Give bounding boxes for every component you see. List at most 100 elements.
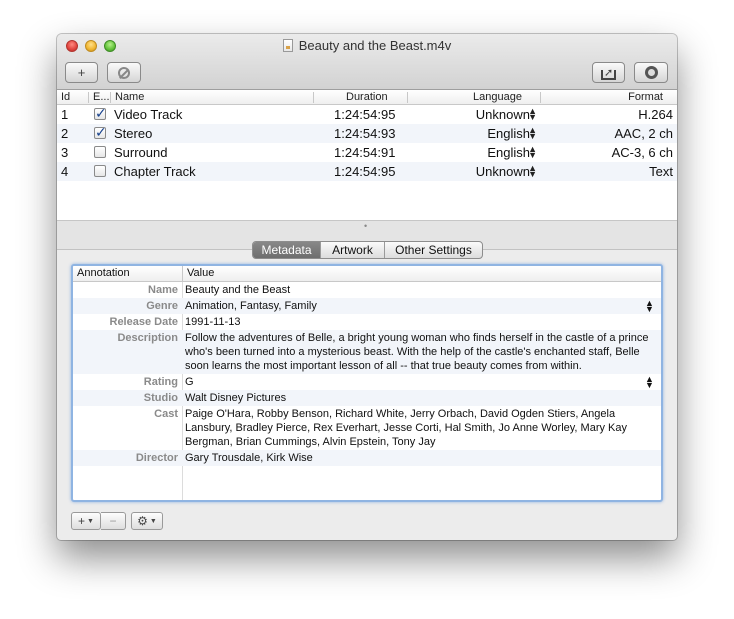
track-format: AC-3, 6 ch (611, 145, 673, 160)
track-language: English (487, 145, 530, 160)
metadata-value[interactable]: G (185, 374, 655, 390)
share-button[interactable]: ➚ (592, 62, 625, 83)
track-language: Unknown (475, 107, 530, 122)
plus-icon: + (78, 514, 86, 528)
track-language-popup[interactable]: Unknown (476, 107, 530, 122)
stepper-icon[interactable]: ▲ ▼ (528, 107, 537, 122)
ban-icon (118, 66, 130, 79)
window-title-area: Beauty and the Beast.m4v (57, 38, 677, 53)
remove-track-button[interactable] (107, 62, 141, 83)
metadata-row-director[interactable]: Director Gary Trousdale, Kirk Wise (73, 450, 661, 466)
track-language: Unknown (475, 164, 530, 179)
col-header-id[interactable]: Id (61, 91, 70, 103)
metadata-row-name[interactable]: Name Beauty and the Beast (73, 282, 661, 298)
genre-stepper-icon[interactable]: ▲ ▼ (645, 298, 654, 314)
column-divider (540, 92, 541, 103)
track-row[interactable]: 2 Stereo 1:24:54:93 English ▲▼ AAC, 2 ch (57, 124, 677, 143)
col-header-value[interactable]: Value (187, 267, 214, 279)
circle-icon (644, 66, 658, 79)
col-header-language[interactable]: Language (473, 91, 522, 103)
metadata-row-studio[interactable]: Studio Walt Disney Pictures (73, 390, 661, 406)
metadata-row-rating[interactable]: Rating G ▲ ▼ (73, 374, 661, 390)
tab-artwork[interactable]: Artwork (321, 242, 385, 258)
metadata-label: Studio (143, 392, 178, 404)
metadata-row-description[interactable]: Description Follow the adventures of Bel… (73, 330, 661, 374)
track-format: Text (649, 164, 673, 179)
col-header-duration[interactable]: Duration (346, 91, 388, 103)
metadata-value[interactable]: Gary Trousdale, Kirk Wise (185, 450, 655, 466)
track-enabled-checkbox[interactable] (94, 105, 107, 122)
col-header-name[interactable]: Name (115, 91, 144, 103)
metadata-label: Rating (143, 376, 178, 388)
metadata-table-header: Annotation Value (73, 266, 661, 282)
track-format: H.264 (638, 107, 673, 122)
metadata-label: Release Date (109, 316, 179, 328)
action-menu-button[interactable]: ⚙ ▼ (131, 512, 163, 530)
track-enabled-checkbox[interactable] (94, 146, 106, 158)
main-window: Beauty and the Beast.m4v + ➚ Id E... Nam… (57, 34, 677, 540)
inspector-button[interactable] (634, 62, 668, 83)
rating-stepper-icon[interactable]: ▲ ▼ (645, 374, 654, 390)
stepper-icon[interactable]: ▲ ▼ (528, 145, 537, 160)
track-row[interactable]: 3 Surround 1:24:54:91 English ▲ ▼ AC-3, 6… (57, 143, 677, 162)
track-id: 2 (61, 126, 69, 141)
metadata-row-genre[interactable]: Genre Animation, Fantasy, Family ▲ ▼ (73, 298, 661, 314)
track-duration: 1:24:54:95 (334, 164, 396, 179)
metadata-value[interactable]: Walt Disney Pictures (185, 390, 655, 406)
gear-icon: ⚙ (137, 514, 148, 528)
col-header-format[interactable]: Format (628, 91, 663, 103)
track-duration: 1:24:54:91 (334, 145, 396, 160)
plus-icon: + (77, 65, 86, 80)
tab-metadata[interactable]: Metadata (253, 242, 321, 258)
track-id: 3 (61, 145, 69, 160)
track-duration: 1:24:54:95 (334, 107, 396, 122)
track-language-popup[interactable]: Unknown (476, 164, 530, 179)
track-language-popup[interactable]: English (487, 126, 530, 141)
metadata-label: Cast (154, 408, 178, 420)
track-id: 1 (61, 107, 69, 122)
metadata-value[interactable]: Paige O'Hara, Robby Benson, Richard Whit… (185, 406, 655, 450)
add-metadata-button[interactable]: + ▼ (71, 512, 101, 530)
col-header-annotation[interactable]: Annotation (77, 267, 130, 279)
remove-metadata-button[interactable]: − (101, 512, 126, 530)
col-header-enabled[interactable]: E... (93, 91, 110, 103)
window-title: Beauty and the Beast.m4v (298, 38, 452, 53)
chevron-down-icon: ▼ (149, 517, 157, 525)
track-name: Surround (114, 145, 168, 160)
track-id: 4 (61, 164, 69, 179)
column-divider (407, 92, 408, 103)
track-format: AAC, 2 ch (614, 126, 673, 141)
track-row[interactable]: 1 Video Track 1:24:54:95 Unknown ▲▼ H.26… (57, 105, 677, 124)
minus-icon: − (109, 514, 117, 528)
tab-other-settings[interactable]: Other Settings (385, 242, 482, 258)
document-icon (282, 39, 293, 52)
track-language-popup[interactable]: English (487, 145, 530, 160)
metadata-value[interactable]: 1991-11-13 (185, 314, 655, 330)
add-track-button[interactable]: + (65, 62, 98, 83)
grip-icon[interactable]: • (364, 221, 367, 231)
tracks-table-header: Id E... Name Duration Language Format (57, 90, 677, 105)
share-arrow-icon: ➚ (604, 67, 614, 79)
title-bar: Beauty and the Beast.m4v + ➚ (57, 34, 677, 90)
metadata-label: Genre (146, 300, 178, 312)
tracks-table: Id E... Name Duration Language Format 1 … (57, 90, 677, 220)
metadata-row-release-date[interactable]: Release Date 1991-11-13 (73, 314, 661, 330)
metadata-value[interactable]: Animation, Fantasy, Family (185, 298, 655, 314)
chevron-down-icon: ▼ (87, 517, 94, 525)
metadata-row-cast[interactable]: Cast Paige O'Hara, Robby Benson, Richard… (73, 406, 661, 450)
column-divider (110, 92, 111, 103)
track-duration: 1:24:54:93 (334, 126, 396, 141)
track-enabled-checkbox[interactable] (94, 165, 106, 177)
track-name: Chapter Track (114, 164, 196, 179)
track-enabled-checkbox[interactable] (94, 124, 107, 141)
metadata-value[interactable]: Follow the adventures of Belle, a bright… (185, 330, 655, 374)
metadata-label: Name (148, 284, 178, 296)
stepper-icon[interactable]: ▲ ▼ (528, 164, 537, 179)
track-row[interactable]: 4 Chapter Track 1:24:54:95 Unknown ▲ ▼ Te… (57, 162, 677, 181)
stepper-icon[interactable]: ▲ ▼ (528, 126, 537, 141)
column-divider (88, 92, 89, 103)
track-language: English (487, 126, 530, 141)
column-divider (182, 266, 183, 282)
metadata-label: Director (135, 452, 178, 464)
metadata-value[interactable]: Beauty and the Beast (185, 282, 655, 298)
